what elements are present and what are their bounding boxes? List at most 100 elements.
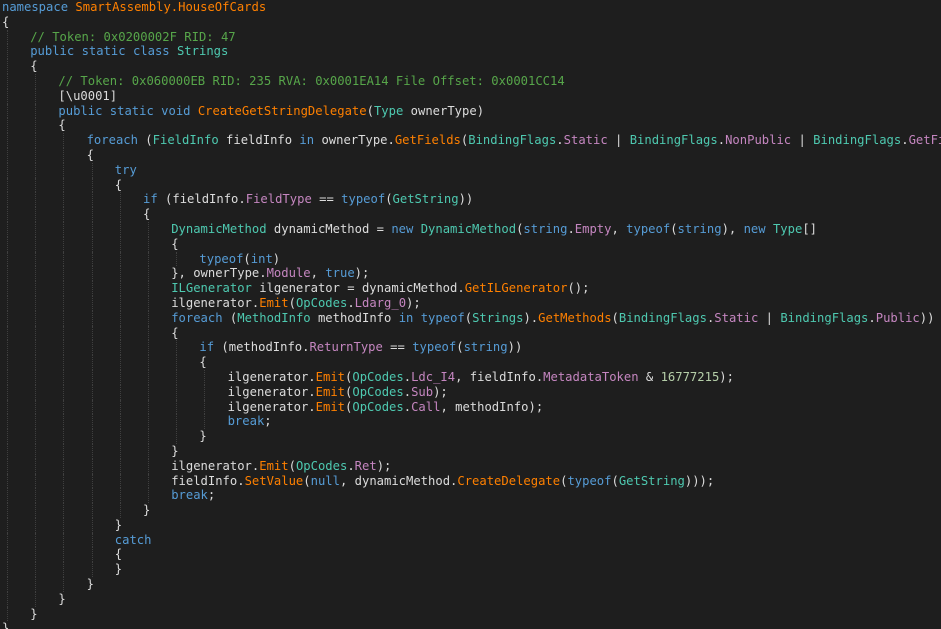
- code-line[interactable]: }: [0, 606, 941, 622]
- code-content: {: [115, 547, 122, 561]
- code-token: Static: [714, 310, 759, 325]
- code-line[interactable]: }: [0, 443, 941, 459]
- code-token: );: [376, 458, 392, 473]
- code-line[interactable]: {: [0, 118, 941, 134]
- code-token: in: [398, 310, 414, 325]
- indent-guide: [204, 399, 206, 415]
- code-token: .: [556, 133, 564, 148]
- indent-guide: [7, 591, 8, 607]
- code-line[interactable]: ilgenerator.Emit(OpCodes.Sub);: [0, 384, 941, 400]
- code-line[interactable]: // Token: 0x0200002F RID: 47: [0, 29, 941, 45]
- code-line[interactable]: {: [0, 207, 941, 222]
- code-line[interactable]: {: [0, 236, 941, 252]
- code-content: }: [2, 621, 9, 629]
- code-line[interactable]: public static class Strings: [0, 44, 941, 60]
- code-line[interactable]: }: [0, 577, 941, 592]
- indent-guide: [119, 207, 121, 222]
- indent-guide: [7, 29, 8, 45]
- indent-guide: [63, 414, 65, 430]
- indent-guide: [91, 207, 93, 222]
- indent-guide: [119, 295, 121, 311]
- code-content: namespace SmartAssembly.HouseOfCards: [2, 0, 266, 14]
- indent-guide: [119, 355, 121, 370]
- code-token: (: [464, 310, 473, 325]
- indent-guide: [35, 547, 37, 563]
- code-token: (: [288, 295, 296, 310]
- code-line[interactable]: foreach (MethodInfo methodInfo in typeof…: [0, 310, 941, 326]
- code-line[interactable]: catch: [0, 532, 941, 548]
- indent-guide: [119, 281, 121, 296]
- indent-guide: [63, 221, 65, 237]
- code-line[interactable]: ILGenerator ilgenerator = dynamicMethod.…: [0, 281, 941, 296]
- code-line[interactable]: DynamicMethod dynamicMethod = new Dynami…: [0, 221, 941, 237]
- code-line[interactable]: {: [0, 147, 941, 163]
- code-line[interactable]: namespace SmartAssembly.HouseOfCards: [0, 0, 941, 15]
- code-line[interactable]: typeof(int): [0, 251, 941, 267]
- code-token: (: [456, 340, 464, 355]
- code-token: (: [222, 310, 238, 325]
- indent-guide: [148, 429, 149, 444]
- code-content: ilgenerator.Emit(OpCodes.Call, methodInf…: [228, 400, 544, 414]
- code-line[interactable]: {: [0, 547, 941, 563]
- code-line[interactable]: ilgenerator.Emit(OpCodes.Ret);: [0, 458, 941, 474]
- indent-guide: [119, 488, 121, 504]
- code-content: catch: [115, 533, 152, 547]
- code-token: ilgenerator.: [171, 458, 260, 473]
- code-line[interactable]: if (fieldInfo.FieldType == typeof(GetStr…: [0, 192, 941, 208]
- indent-guide: [35, 503, 37, 518]
- code-line[interactable]: {: [0, 15, 941, 30]
- code-token: .: [403, 384, 412, 399]
- code-line[interactable]: }, ownerType.Module, true);: [0, 266, 941, 282]
- code-token: CreateDelegate: [457, 473, 561, 488]
- code-line[interactable]: foreach (FieldInfo fieldInfo in ownerTyp…: [0, 133, 941, 148]
- code-token: fieldInfo.: [171, 473, 245, 488]
- code-token: Emit: [259, 295, 289, 310]
- indent-guide: [119, 369, 121, 385]
- code-line[interactable]: ilgenerator.Emit(OpCodes.Ldarg_0);: [0, 295, 941, 311]
- code-token: )));: [684, 473, 715, 488]
- code-token: ): [476, 103, 485, 118]
- code-line[interactable]: }: [0, 429, 941, 444]
- code-line[interactable]: }: [0, 591, 941, 607]
- code-line[interactable]: ilgenerator.Emit(OpCodes.Call, methodInf…: [0, 399, 941, 415]
- code-token: FieldType: [245, 192, 312, 207]
- code-line[interactable]: try: [0, 162, 941, 178]
- code-token: methodInfo: [310, 310, 399, 325]
- code-line[interactable]: // Token: 0x060000EB RID: 235 RVA: 0x000…: [0, 73, 941, 89]
- indent-guide: [119, 221, 121, 237]
- indent-guide: [176, 340, 178, 356]
- code-line[interactable]: }: [0, 517, 941, 533]
- code-token: Emit: [315, 369, 346, 384]
- code-content: }: [143, 503, 150, 517]
- indent-guide: [7, 73, 8, 89]
- code-line[interactable]: [\u0001]: [0, 88, 941, 104]
- code-line[interactable]: }: [0, 503, 941, 518]
- code-line[interactable]: fieldInfo.SetValue(null, dynamicMethod.C…: [0, 473, 941, 489]
- indent-guide: [35, 192, 37, 208]
- code-token: (: [288, 458, 296, 473]
- code-token: .: [347, 458, 355, 473]
- code-line[interactable]: if (methodInfo.ReturnType == typeof(stri…: [0, 340, 941, 356]
- code-line[interactable]: public static void CreateGetStringDelega…: [0, 103, 941, 119]
- code-token: (: [303, 473, 311, 488]
- indent-guide: [148, 488, 149, 504]
- code-editor[interactable]: namespace SmartAssembly.HouseOfCards{// …: [0, 0, 941, 629]
- code-line[interactable]: {: [0, 355, 941, 370]
- code-line[interactable]: {: [0, 177, 941, 193]
- code-line[interactable]: break;: [0, 414, 941, 430]
- code-line[interactable]: }: [0, 562, 941, 578]
- indent-guide: [91, 310, 93, 326]
- code-line[interactable]: }: [0, 621, 941, 629]
- code-token: ilgenerator.: [171, 295, 260, 310]
- code-line[interactable]: ilgenerator.Emit(OpCodes.Ldc_I4, fieldIn…: [0, 369, 941, 385]
- code-token: {: [2, 14, 10, 29]
- code-line[interactable]: {: [0, 59, 941, 74]
- code-token: ;: [207, 488, 216, 503]
- code-token: public: [30, 44, 75, 59]
- code-line[interactable]: {: [0, 325, 941, 341]
- code-token: )): [507, 340, 523, 355]
- code-line[interactable]: break;: [0, 488, 941, 504]
- indent-guide: [35, 133, 37, 148]
- indent-guide: [35, 384, 37, 400]
